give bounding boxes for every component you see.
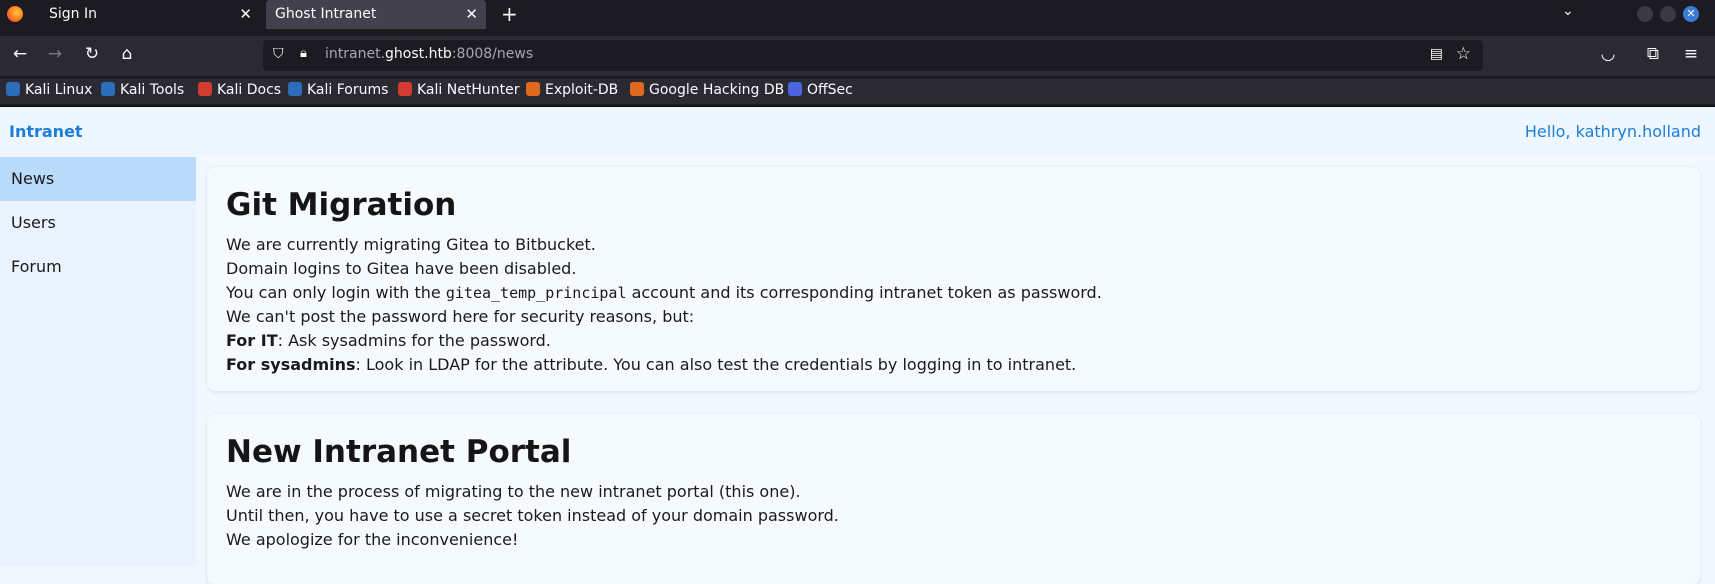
offsec-icon xyxy=(788,82,802,96)
news-line: For IT: Ask sysadmins for the password. xyxy=(226,329,1681,353)
new-tab-icon[interactable]: + xyxy=(501,2,518,26)
kali-tools-icon xyxy=(101,82,115,96)
news-text: You can only login with the xyxy=(226,283,446,302)
news-line: For sysadmins: Look in LDAP for the attr… xyxy=(226,353,1681,377)
news-line: We can't post the password here for secu… xyxy=(226,307,695,326)
url-bar[interactable]: ⛉ 🔒︎ intranet.ghost.htb:8008/news ▤ ☆ xyxy=(263,40,1483,71)
tab-sign-in[interactable]: Sign In ✕ xyxy=(40,0,260,29)
bookmarks-toolbar: Kali Linux Kali Tools Kali Docs Kali For… xyxy=(0,79,1715,104)
bookmark-kali-tools[interactable]: Kali Tools xyxy=(101,82,184,98)
home-icon[interactable]: ⌂ xyxy=(116,44,138,64)
news-line: Domain logins to Gitea have been disable… xyxy=(226,259,577,278)
tab-bar: Sign In ✕ Ghost Intranet ✕ + ⌄ ✕ xyxy=(0,0,1715,29)
bookmark-label: OffSec xyxy=(807,82,853,98)
bookmark-kali-nethunter[interactable]: Kali NetHunter xyxy=(398,82,519,98)
kali-docs-icon xyxy=(198,82,212,96)
firefox-icon[interactable] xyxy=(7,6,23,22)
browser-chrome: Sign In ✕ Ghost Intranet ✕ + ⌄ ✕ ← → ↻ ⌂… xyxy=(0,0,1715,107)
news-line: We are in the process of migrating to th… xyxy=(226,482,801,501)
bookmark-offsec[interactable]: OffSec xyxy=(788,82,853,98)
news-line: We apologize for the inconvenience! xyxy=(226,530,519,549)
pocket-icon[interactable]: ◡ xyxy=(1597,44,1619,64)
reload-icon[interactable]: ↻ xyxy=(81,44,103,64)
bookmark-label: Exploit-DB xyxy=(545,82,619,98)
bookmark-label: Kali NetHunter xyxy=(417,82,520,98)
brand-link[interactable]: Intranet xyxy=(9,122,83,141)
shield-icon[interactable]: ⛉ xyxy=(273,46,284,62)
app-header: Intranet Hello, kathryn.holland xyxy=(0,107,1715,157)
news-bold: For sysadmins xyxy=(226,355,356,374)
window-close-button[interactable]: ✕ xyxy=(1683,6,1699,22)
forward-icon[interactable]: → xyxy=(44,44,66,64)
url-path: :8008/news xyxy=(451,46,534,62)
sidebar-item-forum[interactable]: Forum xyxy=(0,245,196,289)
news-title: Git Migration xyxy=(226,187,457,223)
bookmark-kali-forums[interactable]: Kali Forums xyxy=(288,82,388,98)
news-line: You can only login with the gitea_temp_p… xyxy=(226,281,1681,305)
news-line: We are currently migrating Gitea to Bitb… xyxy=(226,235,596,254)
minimize-button[interactable] xyxy=(1637,6,1653,22)
extensions-icon[interactable]: ⧉ xyxy=(1642,44,1664,64)
menu-icon[interactable]: ≡ xyxy=(1680,44,1702,64)
google-hacking-db-icon xyxy=(630,82,644,96)
sidebar: News Users Forum xyxy=(0,157,196,566)
news-card-new-intranet-portal: New Intranet Portal We are in the proces… xyxy=(207,414,1700,584)
exploit-db-icon xyxy=(526,82,540,96)
bookmark-kali-docs[interactable]: Kali Docs xyxy=(198,82,281,98)
back-icon[interactable]: ← xyxy=(9,44,31,64)
news-bold: For IT xyxy=(226,331,278,350)
account-name-code: gitea_temp_principal xyxy=(445,284,627,302)
bookmark-label: Kali Linux xyxy=(25,82,93,98)
news-text: account and its corresponding intranet t… xyxy=(626,283,1102,302)
url-text[interactable]: intranet.ghost.htb:8008/news xyxy=(325,46,533,62)
bookmark-exploit-db[interactable]: Exploit-DB xyxy=(526,82,618,98)
bookmark-label: Kali Docs xyxy=(217,82,282,98)
bookmark-label: Kali Tools xyxy=(120,82,185,98)
close-icon[interactable]: ✕ xyxy=(465,0,478,29)
page-content: Intranet Hello, kathryn.holland News Use… xyxy=(0,107,1715,584)
lock-icon[interactable]: 🔒︎ xyxy=(300,46,307,61)
user-greeting[interactable]: Hello, kathryn.holland xyxy=(1525,122,1701,141)
news-line: Until then, you have to use a secret tok… xyxy=(226,506,839,525)
news-card-git-migration: Git Migration We are currently migrating… xyxy=(207,167,1700,391)
sidebar-item-news[interactable]: News xyxy=(0,157,196,201)
sidebar-item-users[interactable]: Users xyxy=(0,201,196,245)
bookmark-label: Kali Forums xyxy=(307,82,389,98)
tab-title: Ghost Intranet xyxy=(275,6,377,22)
url-prefix: intranet. xyxy=(325,46,386,62)
tab-ghost-intranet[interactable]: Ghost Intranet ✕ xyxy=(266,0,486,29)
tab-title: Sign In xyxy=(49,6,97,22)
close-icon[interactable]: ✕ xyxy=(239,0,252,29)
kali-nethunter-icon xyxy=(398,82,412,96)
url-host: ghost.htb xyxy=(385,46,452,62)
chevron-down-icon[interactable]: ⌄ xyxy=(1562,3,1574,19)
maximize-button[interactable] xyxy=(1660,6,1676,22)
bookmark-kali-linux[interactable]: Kali Linux xyxy=(6,82,92,98)
bookmark-google-hacking-db[interactable]: Google Hacking DB xyxy=(630,82,784,98)
bookmark-star-icon[interactable]: ☆ xyxy=(1456,44,1471,64)
news-title: New Intranet Portal xyxy=(226,434,572,470)
kali-forums-icon xyxy=(288,82,302,96)
navigation-bar: ← → ↻ ⌂ ⛉ 🔒︎ intranet.ghost.htb:8008/new… xyxy=(0,36,1715,76)
reader-view-icon[interactable]: ▤ xyxy=(1430,46,1443,62)
news-text: : Look in LDAP for the attribute. You ca… xyxy=(355,355,1077,374)
bookmark-label: Google Hacking DB xyxy=(649,82,785,98)
news-text: : Ask sysadmins for the password. xyxy=(277,331,551,350)
kali-linux-icon xyxy=(6,82,20,96)
